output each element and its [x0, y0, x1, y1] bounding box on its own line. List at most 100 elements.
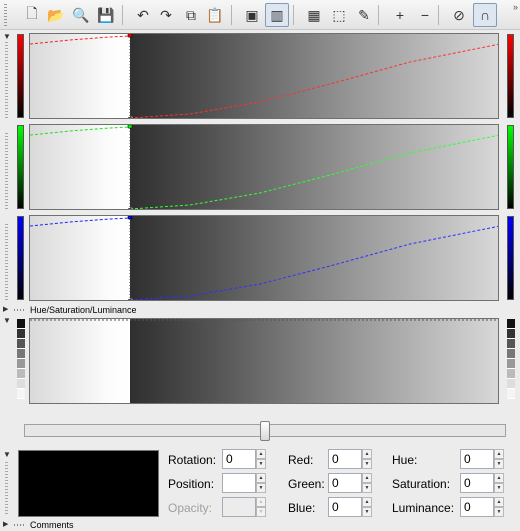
undo-icon[interactable]: ↶ [131, 3, 155, 27]
save-icon[interactable]: 💾 [94, 3, 118, 27]
color-preview [18, 450, 159, 517]
redo-icon[interactable]: ↷ [154, 3, 178, 27]
rotation-field[interactable]: ▲▼ [222, 449, 266, 469]
red-gradient-swatch-right [507, 34, 514, 118]
spin-down-icon[interactable]: ▼ [256, 483, 266, 493]
spin-up-icon[interactable]: ▲ [362, 497, 372, 507]
luminance-field[interactable]: ▲▼ [460, 497, 504, 517]
spin-down-icon: ▼ [256, 507, 266, 517]
section-grip [14, 309, 26, 311]
toolbar-grip[interactable] [4, 4, 7, 26]
red-curve-editor[interactable] [29, 33, 499, 119]
spin-up-icon[interactable]: ▲ [494, 497, 504, 507]
red-label: Red: [288, 453, 314, 467]
hue-field[interactable]: ▲▼ [460, 449, 504, 469]
red-gradient-swatch [17, 34, 24, 118]
spin-up-icon[interactable]: ▲ [494, 449, 504, 459]
rotation-label: Rotation: [168, 453, 217, 467]
image-icon[interactable]: ▦ [302, 3, 326, 27]
green-field[interactable]: ▲▼ [328, 473, 372, 493]
opacity-input [222, 497, 256, 517]
toolbar-overflow-icon[interactable]: » [513, 2, 518, 12]
blue-gradient-swatch-right [507, 216, 514, 300]
expand-arrow-icon[interactable]: ▶ [3, 305, 8, 313]
rotation-input[interactable] [222, 449, 256, 469]
spin-down-icon[interactable]: ▼ [256, 459, 266, 469]
hsl-section-label[interactable]: Hue/Saturation/Luminance [30, 305, 137, 315]
red-input[interactable] [328, 449, 362, 469]
position-input[interactable] [222, 473, 256, 493]
spin-up-icon[interactable]: ▲ [362, 473, 372, 483]
preview-border [30, 319, 498, 321]
toolbar-separator [293, 5, 294, 25]
spin-up-icon[interactable]: ▲ [362, 449, 372, 459]
green-input[interactable] [328, 473, 362, 493]
saturation-label: Saturation: [392, 477, 451, 491]
comments-section-label[interactable]: Comments [30, 520, 74, 530]
new-icon[interactable]: 🗋 [20, 3, 44, 27]
blue-field[interactable]: ▲▼ [328, 497, 372, 517]
spin-up-icon: ▲ [256, 497, 266, 507]
luminance-input[interactable] [460, 497, 494, 517]
collapse-arrow-icon[interactable]: ▼ [3, 32, 11, 41]
spin-down-icon[interactable]: ▼ [362, 459, 372, 469]
browse-icon[interactable]: 🔍 [69, 3, 93, 27]
green-curve-editor[interactable] [29, 124, 499, 210]
panel-grip[interactable] [5, 133, 8, 211]
green-gradient-swatch [17, 125, 24, 209]
toolbar-separator [122, 5, 123, 25]
add-point-icon[interactable]: + [388, 3, 412, 27]
opacity-field: ▲ ▼ [222, 497, 266, 517]
panel-grip[interactable] [5, 224, 8, 302]
blue-curve-editor[interactable] [29, 215, 499, 301]
red-curve [30, 34, 498, 118]
remove-point-icon[interactable]: − [413, 3, 437, 27]
saturation-field[interactable]: ▲▼ [460, 473, 504, 493]
select-icon[interactable]: ⬚ [327, 3, 351, 27]
luminance-swatch [17, 319, 25, 399]
blue-curve [30, 216, 498, 300]
spin-up-icon[interactable]: ▲ [494, 473, 504, 483]
blue-label: Blue: [288, 501, 316, 515]
toolbar-separator [231, 5, 232, 25]
eyedropper-icon[interactable]: ✎ [352, 3, 376, 27]
green-gradient-swatch-right [507, 125, 514, 209]
green-label: Green: [288, 477, 325, 491]
collapse-arrow-icon[interactable]: ▼ [3, 316, 11, 325]
open-icon[interactable]: 📂 [44, 3, 68, 27]
panel-grip[interactable] [5, 42, 8, 120]
luminance-label: Luminance: [392, 501, 455, 515]
gradient-slider-thumb[interactable] [260, 421, 270, 441]
expand-arrow-icon[interactable]: ▶ [3, 520, 8, 528]
spin-down-icon[interactable]: ▼ [494, 507, 504, 517]
no-interpolation-icon[interactable]: ⊘ [447, 3, 471, 27]
spin-down-icon[interactable]: ▼ [362, 483, 372, 493]
copy-icon[interactable]: ⧉ [179, 3, 203, 27]
spin-up-icon[interactable]: ▲ [256, 449, 266, 459]
spin-down-icon[interactable]: ▼ [362, 507, 372, 517]
spin-down-icon[interactable]: ▼ [494, 459, 504, 469]
position-field[interactable]: ▲▼ [222, 473, 266, 493]
spin-up-icon[interactable]: ▲ [256, 473, 266, 483]
toolbar-separator [438, 5, 439, 25]
gradient-preview[interactable] [29, 318, 499, 404]
gradient-icon[interactable]: ▣ [240, 3, 264, 27]
red-field[interactable]: ▲▼ [328, 449, 372, 469]
spin-down-icon[interactable]: ▼ [494, 483, 504, 493]
green-curve [30, 125, 498, 209]
hue-label: Hue: [392, 453, 418, 467]
blue-gradient-swatch [17, 216, 24, 300]
smooth-curve-icon[interactable]: ∩ [473, 3, 497, 27]
luminance-swatch-right [507, 319, 515, 399]
toolbar: 🗋 📂 🔍 💾 ↶ ↷ ⧉ 📋 ▣ ▥ ▦ ⬚ ✎ + − ⊘ ∩ » [0, 0, 520, 30]
position-label: Position: [168, 477, 215, 491]
section-grip [14, 524, 26, 526]
blue-input[interactable] [328, 497, 362, 517]
panel-grip[interactable] [5, 462, 8, 514]
paste-icon[interactable]: 📋 [203, 3, 227, 27]
saturation-input[interactable] [460, 473, 494, 493]
hue-input[interactable] [460, 449, 494, 469]
collapse-arrow-icon[interactable]: ▼ [3, 450, 11, 459]
gradient-edit-icon[interactable]: ▥ [265, 3, 289, 27]
opacity-label: Opacity: [168, 501, 213, 515]
